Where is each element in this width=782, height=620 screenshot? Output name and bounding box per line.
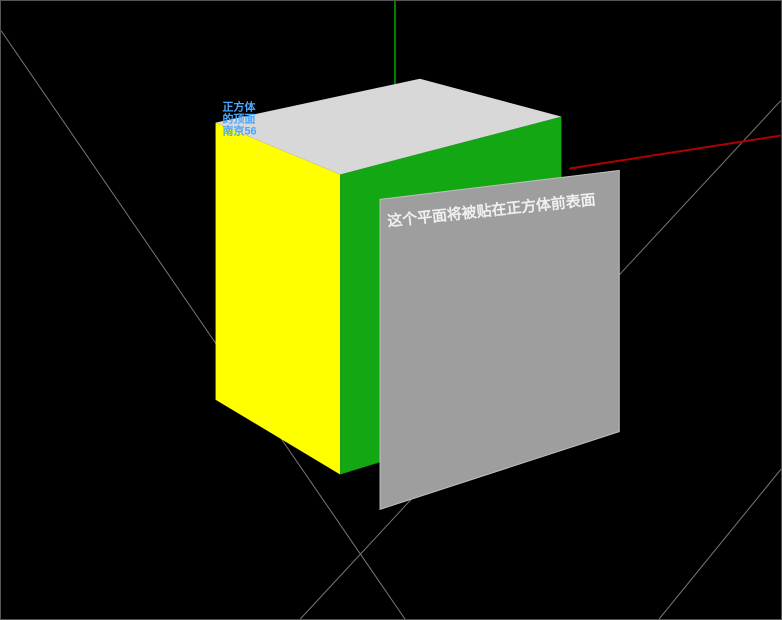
cube-top-label-2: 的顶面 [223, 112, 256, 126]
scene-svg: 正方体 的顶面 南京56 这个平面将被贴在正方体前表面 [1, 1, 781, 619]
axis-x [569, 136, 780, 169]
cube-top-label-3: 南京56 [223, 124, 257, 138]
cube-top-label-1: 正方体 [223, 100, 257, 114]
cube-face-left [216, 123, 341, 475]
3d-viewport[interactable]: 正方体 的顶面 南京56 这个平面将被贴在正方体前表面 [0, 0, 782, 620]
grid-line [659, 469, 781, 619]
